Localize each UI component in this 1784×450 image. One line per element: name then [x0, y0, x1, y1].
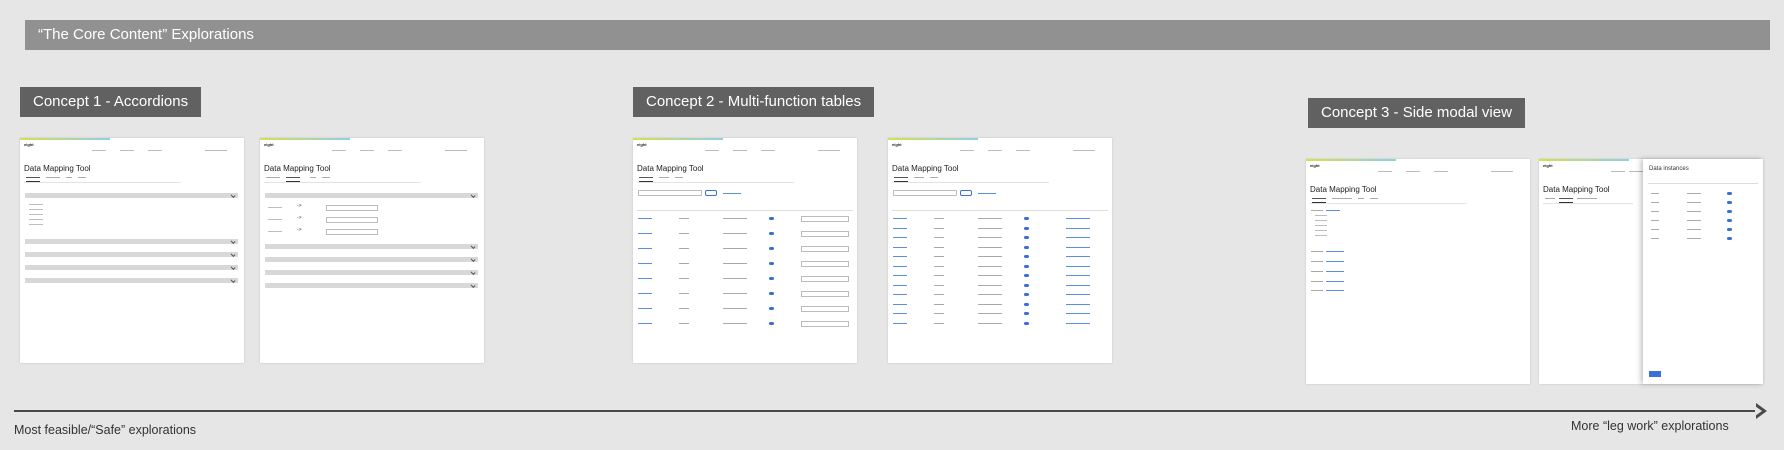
toggle-switch[interactable]	[769, 262, 774, 265]
toggle-switch[interactable]	[1024, 226, 1029, 230]
modal-primary-button[interactable]	[1649, 371, 1661, 377]
arrow-right-icon: ->	[297, 203, 302, 209]
accent-bar	[633, 138, 723, 140]
accordion-header[interactable]	[265, 244, 478, 249]
banner-title: “The Core Content” Explorations	[38, 26, 254, 43]
toggle-switch[interactable]	[1024, 293, 1029, 296]
mapping-select[interactable]	[326, 205, 378, 211]
toggle-switch[interactable]	[1024, 217, 1029, 220]
concept-3-mockup-a[interactable]: eight Data Mapping Tool	[1306, 159, 1530, 384]
accordion-header[interactable]	[25, 239, 238, 244]
accordion-header[interactable]	[265, 257, 478, 262]
modal-title: Data instances	[1649, 166, 1689, 172]
mini-logo: eight	[24, 142, 34, 147]
filter-button[interactable]	[705, 190, 717, 196]
toggle-switch[interactable]	[1024, 245, 1029, 249]
accordion-header[interactable]	[25, 278, 238, 283]
toggle-switch[interactable]	[1024, 302, 1029, 306]
search-input[interactable]	[638, 190, 702, 196]
mini-logo: eight	[637, 142, 647, 147]
toggle-switch[interactable]	[1024, 255, 1029, 258]
mockup-title: Data Mapping Tool	[892, 164, 959, 173]
row-select[interactable]	[801, 261, 849, 267]
accent-bar	[1306, 159, 1396, 161]
axis-left-label: Most feasible/“Safe” explorations	[14, 423, 197, 437]
mini-logo: eight	[1310, 163, 1320, 168]
row-select[interactable]	[801, 291, 849, 297]
accent-bar	[888, 138, 978, 140]
mockup-tabs	[637, 176, 794, 183]
mockup-tabs	[1310, 197, 1467, 204]
search-input[interactable]	[893, 190, 957, 196]
accordion-header[interactable]	[25, 193, 238, 198]
toggle-switch[interactable]	[1727, 219, 1732, 222]
row-select[interactable]	[801, 306, 849, 312]
toggle-switch[interactable]	[1727, 228, 1732, 231]
concept-2-label: Concept 2 - Multi-function tables	[633, 87, 875, 117]
toggle-switch[interactable]	[1024, 283, 1029, 287]
toggle-switch[interactable]	[1727, 237, 1732, 240]
explorations-banner: “The Core Content” Explorations	[25, 20, 1770, 50]
accent-bar	[20, 138, 110, 140]
arrow-right-icon: ->	[297, 227, 302, 233]
mockup-title: Data Mapping Tool	[24, 164, 91, 173]
mockup-title: Data Mapping Tool	[1543, 185, 1610, 194]
mockup-tabs	[24, 176, 181, 183]
concept-1-mockup-b[interactable]: eight Data Mapping Tool -> -> ->	[260, 138, 484, 363]
accent-bar	[1539, 159, 1629, 161]
axis-right-label: More “leg work” explorations	[1571, 419, 1729, 433]
toggle-switch[interactable]	[1024, 236, 1029, 239]
accordion-header[interactable]	[25, 252, 238, 257]
concept-2-mockup-a[interactable]: eight Data Mapping Tool	[633, 138, 857, 363]
accordion-header[interactable]	[265, 283, 478, 288]
concept-1-mockup-a[interactable]: eight Data Mapping Tool	[20, 138, 244, 363]
row-select[interactable]	[801, 231, 849, 237]
arrow-right-icon: ->	[297, 215, 302, 221]
row-select[interactable]	[801, 246, 849, 252]
concept-3-label: Concept 3 - Side modal view	[1308, 98, 1525, 128]
row-select[interactable]	[801, 276, 849, 282]
toggle-switch[interactable]	[769, 247, 774, 250]
toggle-switch[interactable]	[1024, 264, 1029, 268]
accent-bar	[260, 138, 350, 140]
row-select[interactable]	[801, 216, 849, 222]
accordion-header[interactable]	[265, 270, 478, 275]
mockup-tabs	[264, 176, 421, 183]
toggle-switch[interactable]	[1727, 201, 1732, 204]
toggle-switch[interactable]	[1727, 210, 1732, 213]
mapping-select[interactable]	[326, 229, 378, 235]
toggle-switch[interactable]	[1727, 192, 1732, 195]
feasibility-axis	[14, 410, 1762, 412]
concept-1-label: Concept 1 - Accordions	[20, 87, 202, 117]
mockup-tabs	[892, 176, 1049, 183]
accordion-header[interactable]	[25, 265, 238, 270]
mini-logo: eight	[892, 142, 902, 147]
toggle-switch[interactable]	[769, 307, 774, 310]
mockup-title: Data Mapping Tool	[264, 164, 331, 173]
mini-logo: eight	[1543, 163, 1553, 168]
toggle-switch[interactable]	[1024, 312, 1029, 315]
toggle-switch[interactable]	[1024, 274, 1029, 277]
toggle-switch[interactable]	[769, 217, 774, 220]
mapping-select[interactable]	[326, 217, 378, 223]
row-select[interactable]	[801, 321, 849, 327]
toggle-switch[interactable]	[769, 292, 774, 295]
filter-button[interactable]	[960, 190, 972, 196]
mini-logo: eight	[264, 142, 274, 147]
accordion-header[interactable]	[265, 193, 478, 198]
toggle-switch[interactable]	[769, 277, 774, 280]
concept-2-mockup-b[interactable]: eight Data Mapping Tool	[888, 138, 1112, 363]
toggle-switch[interactable]	[769, 232, 774, 235]
mockup-title: Data Mapping Tool	[637, 164, 704, 173]
mockup-tabs	[1543, 197, 1633, 204]
toggle-switch[interactable]	[769, 322, 774, 325]
toggle-switch[interactable]	[1024, 321, 1029, 325]
side-modal-panel[interactable]: Data instances	[1643, 159, 1763, 384]
mockup-title: Data Mapping Tool	[1310, 185, 1377, 194]
